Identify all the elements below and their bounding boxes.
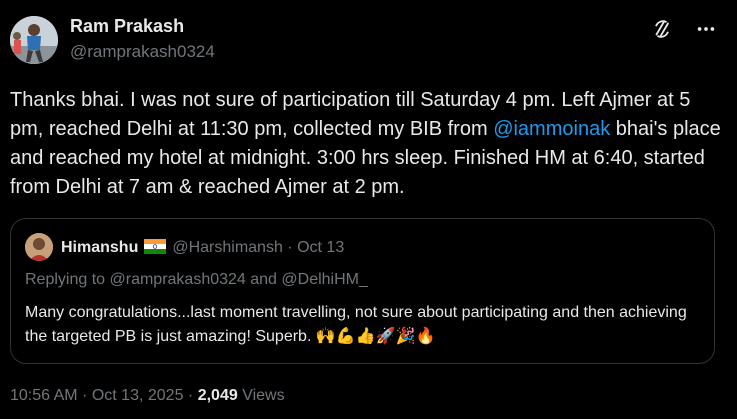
separator-dot: · bbox=[82, 387, 88, 404]
author-handle[interactable]: @ramprakash0324 bbox=[70, 42, 215, 62]
replying-to: Replying to @ramprakash0324 and @DelhiHM… bbox=[25, 271, 368, 288]
quoted-handle[interactable]: @Harshimansh bbox=[172, 239, 283, 256]
views-label: Views bbox=[242, 387, 285, 404]
tweet-time[interactable]: 10:56 AM bbox=[10, 387, 78, 404]
quoted-tweet[interactable]: Himanshu @Harshimansh · Oct 13 Replying t… bbox=[10, 218, 715, 364]
separator-dot: · bbox=[187, 387, 194, 404]
india-flag-icon bbox=[144, 239, 167, 254]
tweet-date[interactable]: Oct 13, 2025 bbox=[92, 387, 184, 404]
tweet-text: Thanks bhai. I was not sure of participa… bbox=[10, 86, 725, 202]
separator-dot: · bbox=[287, 239, 293, 256]
author-avatar[interactable] bbox=[10, 16, 58, 64]
quoted-header: Himanshu @Harshimansh · Oct 13 bbox=[61, 239, 344, 257]
author-name[interactable]: Ram Prakash bbox=[70, 16, 184, 37]
quoted-avatar[interactable] bbox=[25, 233, 53, 261]
tweet-meta: 10:56 AM · Oct 13, 2025 · 2,049 Views bbox=[10, 387, 285, 405]
more-icon[interactable] bbox=[693, 16, 719, 42]
quoted-text: Many congratulations...last moment trave… bbox=[25, 304, 687, 345]
views-count: 2,049 bbox=[197, 387, 238, 404]
quoted-date[interactable]: Oct 13 bbox=[297, 239, 344, 256]
quoted-name[interactable]: Himanshu bbox=[61, 239, 138, 256]
mention-link[interactable]: @iammoinak bbox=[493, 118, 610, 140]
grok-icon[interactable] bbox=[649, 16, 675, 42]
